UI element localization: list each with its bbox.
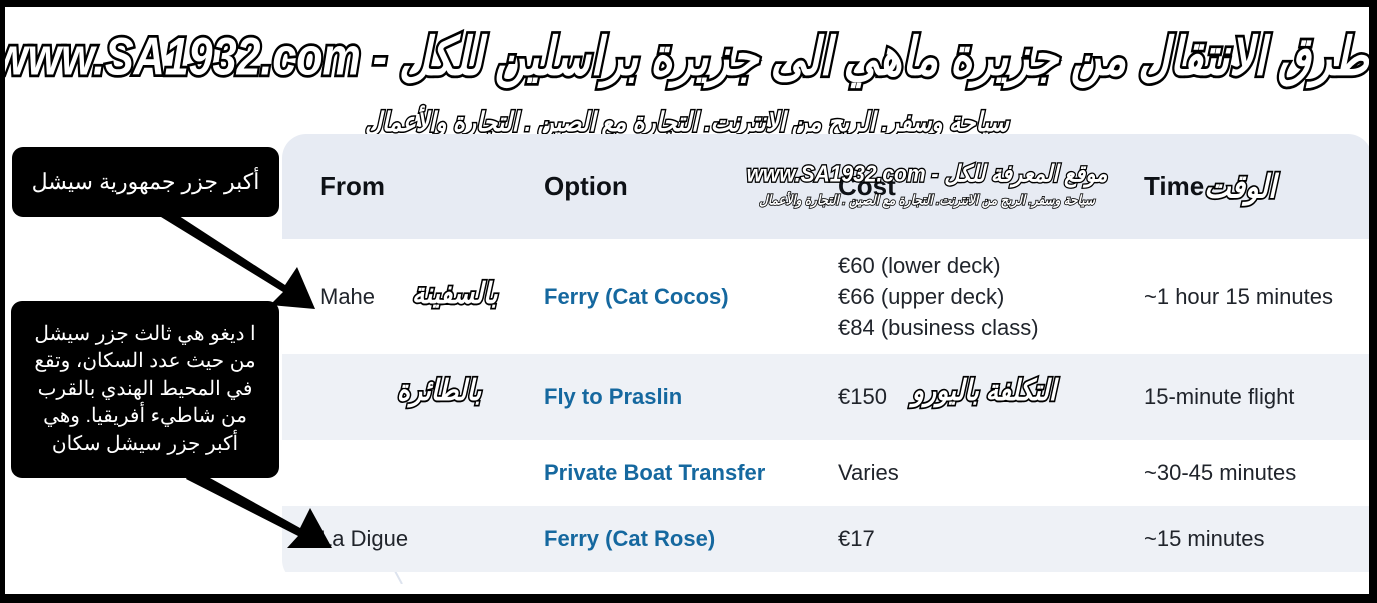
watermark-line-2: سياحة وسفر. الربح من الانترنت. التجارة م…	[758, 191, 1095, 208]
column-header-time-label: Time	[1144, 171, 1205, 201]
callout-la-digue-note: ا ديغو هي ثالث جزر سيشل من حيث عدد السكا…	[11, 301, 279, 478]
cell-option[interactable]: Fly to Praslin	[544, 354, 834, 440]
table-row[interactable]: La Digue Ferry (Cat Rose) €17 ~15 minute…	[282, 506, 1369, 572]
watermark-overlay: موقع المعرفة للكل - www.SA1932.com سياحة…	[712, 161, 1142, 209]
cell-time: ~15 minutes	[1144, 526, 1265, 551]
cost-line: €150	[838, 384, 887, 410]
cell-from	[320, 440, 535, 506]
row-0-from-arabic-tag: بالسفينة	[411, 276, 500, 312]
column-header-option: Option	[544, 171, 628, 201]
cell-time: ~1 hour 15 minutes	[1144, 283, 1333, 309]
table-row[interactable]: بالطائرة Fly to Praslin €150 التكلفة بال…	[282, 354, 1369, 440]
cell-from: La Digue	[320, 526, 409, 551]
cost-line: €66 (upper deck)	[838, 283, 1005, 309]
transport-options-table: From Option Cost Time الوقت موقع المعرفة…	[282, 134, 1369, 584]
column-header-time: Time الوقت	[1144, 134, 1286, 239]
cost-line: €84 (business class)	[838, 315, 1039, 341]
row-1-from-arabic-tag: بالطائرة	[395, 373, 482, 409]
banner-headline: طرق الانتقال من جزيرة ماهي الى جزيرة برا…	[0, 25, 1369, 89]
cell-cost: Varies	[838, 440, 1138, 506]
watermark-line-1: موقع المعرفة للكل - www.SA1932.com	[745, 161, 1108, 189]
cell-cost: €17	[838, 506, 1138, 572]
cell-option[interactable]: Private Boat Transfer	[544, 440, 834, 506]
row-1-cost-arabic-tag: التكلفة باليورو	[911, 373, 1058, 409]
cost-line: €17	[838, 526, 875, 552]
column-header-time-arabic: الوقت	[1203, 167, 1278, 206]
table-header-row: From Option Cost Time الوقت موقع المعرفة…	[282, 134, 1369, 239]
cost-line: €60 (lower deck)	[838, 252, 1001, 278]
screenshot-root: طرق الانتقال من جزيرة ماهي الى جزيرة برا…	[0, 0, 1377, 603]
banner: طرق الانتقال من جزيرة ماهي الى جزيرة برا…	[0, 13, 1369, 138]
table-row[interactable]: Private Boat Transfer Varies ~30-45 minu…	[282, 440, 1369, 506]
cell-option[interactable]: Ferry (Cat Rose)	[544, 506, 834, 572]
cell-time: 15-minute flight	[1144, 384, 1295, 409]
cost-line: Varies	[838, 460, 899, 486]
cell-cost: €60 (lower deck) €66 (upper deck) €84 (b…	[838, 239, 1138, 354]
column-header-cost: Cost	[838, 171, 896, 201]
cell-option[interactable]: Ferry (Cat Cocos)	[544, 239, 834, 354]
callout-la-digue-text: ا ديغو هي ثالث جزر سيشل من حيث عدد السكا…	[34, 322, 256, 455]
cell-time: ~30-45 minutes	[1144, 460, 1297, 485]
table-row[interactable]: Mahe بالسفينة Ferry (Cat Cocos) €60 (low…	[282, 239, 1369, 354]
callout-mahe-text: أكبر جزر جمهورية سيشل	[31, 169, 260, 194]
callout-mahe-note: أكبر جزر جمهورية سيشل	[12, 147, 279, 217]
column-header-from: From	[320, 171, 385, 201]
